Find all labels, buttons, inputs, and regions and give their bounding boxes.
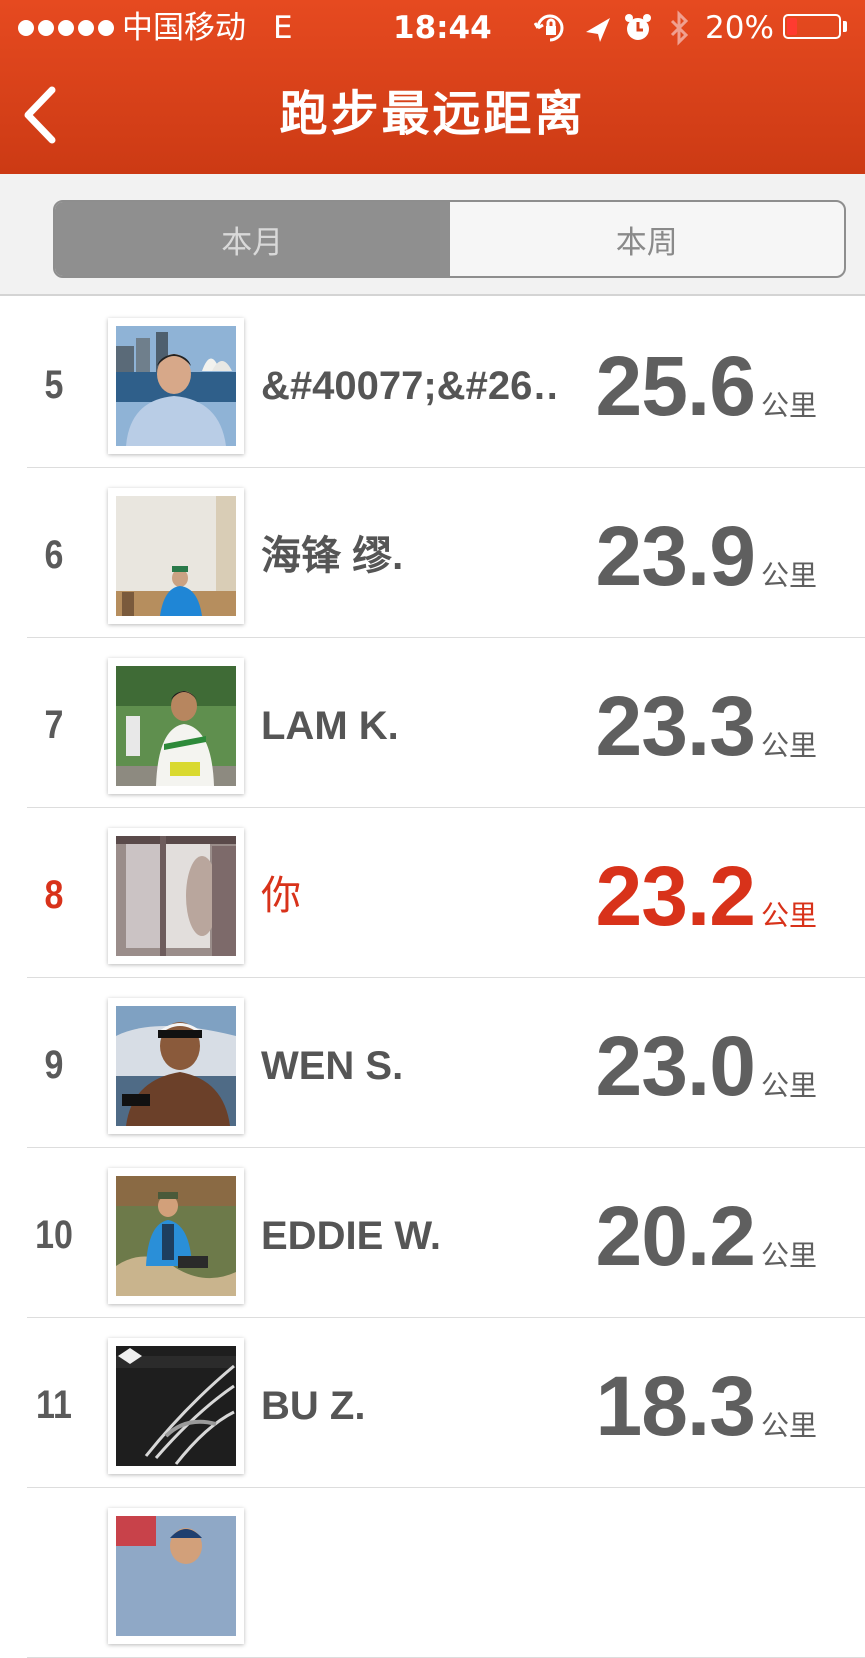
segment-this-week[interactable]: 本周 [450,202,845,276]
rank-number: 7 [44,703,64,747]
period-segmented-control: 本月 本周 [53,200,846,278]
bluetooth-icon [670,10,689,46]
distance-unit: 公里 [760,1409,817,1442]
distance-value: 23.9 [595,509,755,603]
runner-name: &#40077;&#26… [261,364,561,408]
runner-name: 海锋 缪. [261,534,404,578]
distance-unit: 公里 [760,1069,817,1102]
signal-strength-icon [18,20,114,36]
runner-name: LAM K. [261,704,399,748]
app-header: 中国移动 E 18:44 20% 跑步最远距离 [0,0,865,174]
distance-value: 23.0 [595,1019,755,1113]
leaderboard-row-partial[interactable] [0,1488,865,1658]
leaderboard-list: 5 &#40077;&#26… 25.6 公里 6 海锋 缪. 23.9 公里 … [0,298,865,1658]
leaderboard-row[interactable]: 11 BU Z. 18.3 公里 [0,1318,865,1488]
carrier-name: 中国移动 [122,10,246,46]
leaderboard-row[interactable]: 5 &#40077;&#26… 25.6 公里 [0,298,865,468]
distance-value: 25.6 [595,339,755,433]
avatar[interactable] [108,1338,244,1474]
distance-value: 18.3 [595,1359,755,1453]
distance-unit: 公里 [760,1239,817,1272]
rotation-lock-icon [534,14,564,42]
segment-this-month[interactable]: 本月 [55,202,450,276]
rank-number: 8 [44,873,64,917]
leaderboard-row[interactable]: 6 海锋 缪. 23.9 公里 [0,468,865,638]
distance-unit: 公里 [760,559,817,592]
distance-unit: 公里 [760,729,817,762]
leaderboard-row[interactable]: 9 WEN S. 23.0 公里 [0,978,865,1148]
status-bar: 中国移动 E 18:44 20% [0,0,865,56]
runner-name: 你 [261,874,301,918]
runner-name: BU Z. [261,1384,366,1428]
status-icons [534,10,689,46]
distance: 23.2 公里 [595,848,817,944]
distance-value: 20.2 [595,1189,755,1283]
location-arrow-icon [586,18,610,42]
distance: 20.2 公里 [595,1188,817,1284]
avatar[interactable] [108,828,244,964]
runner-name: EDDIE W. [261,1214,442,1258]
battery-icon [783,14,841,39]
distance-value: 23.2 [595,849,755,943]
rank-number: 10 [35,1213,73,1257]
avatar[interactable] [108,1168,244,1304]
distance: 23.3 公里 [595,678,817,774]
rank-number: 9 [44,1043,64,1087]
network-type: E [273,10,293,46]
page-title: 跑步最远距离 [279,86,586,142]
avatar[interactable] [108,998,244,1134]
leaderboard-row[interactable]: 7 LAM K. 23.3 公里 [0,638,865,808]
runner-name: WEN S. [261,1044,404,1088]
battery-percent: 20% [705,10,774,46]
avatar[interactable] [108,658,244,794]
distance: 18.3 公里 [595,1358,817,1454]
avatar[interactable] [108,488,244,624]
segmented-control-bar: 本月 本周 [0,174,865,296]
distance-unit: 公里 [760,899,817,932]
rank-number: 5 [44,363,64,407]
avatar[interactable] [108,318,244,454]
status-time: 18:44 [393,10,492,46]
rank-number: 11 [36,1383,72,1427]
distance: 25.6 公里 [595,338,817,434]
alarm-icon [625,14,651,40]
distance: 23.9 公里 [595,508,817,604]
distance: 23.0 公里 [595,1018,817,1114]
avatar[interactable] [108,1508,244,1644]
leaderboard-row[interactable]: 10 EDDIE W. 20.2 公里 [0,1148,865,1318]
rank-number: 6 [44,533,64,577]
distance-unit: 公里 [760,389,817,422]
distance-value: 23.3 [595,679,755,773]
leaderboard-row-me[interactable]: 8 你 23.2 公里 [0,808,865,978]
